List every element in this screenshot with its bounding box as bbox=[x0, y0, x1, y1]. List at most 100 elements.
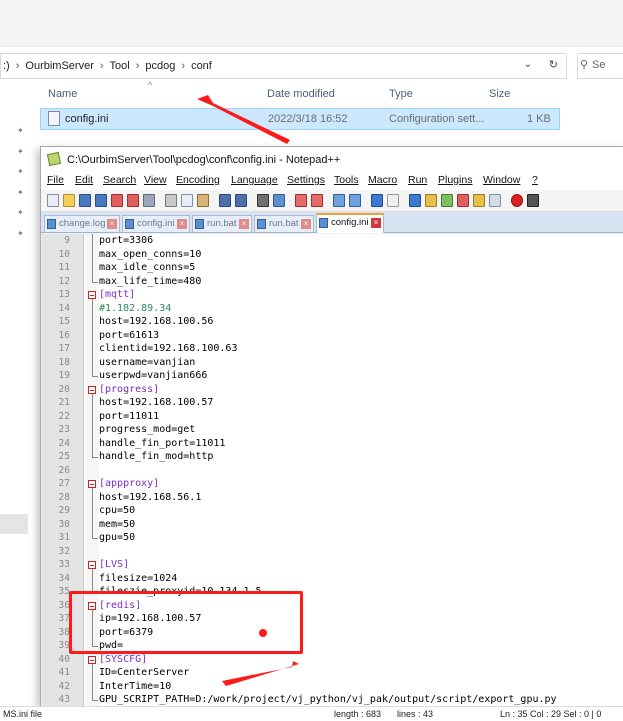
tab-config-ini-active[interactable]: config.ini × bbox=[316, 213, 384, 233]
breadcrumb-segment[interactable]: Tool bbox=[110, 60, 130, 72]
code-line[interactable]: 19 userpwd=vanjian666 bbox=[42, 369, 623, 383]
menu-view[interactable]: View bbox=[144, 174, 167, 186]
find-icon[interactable] bbox=[257, 194, 269, 207]
code-line[interactable]: 11 max_idle_conns=5 bbox=[42, 261, 623, 275]
tab-change-log[interactable]: change.log × bbox=[44, 215, 120, 232]
close-tab-icon[interactable]: × bbox=[107, 219, 117, 229]
paste-icon[interactable] bbox=[197, 194, 209, 207]
open-file-icon[interactable] bbox=[63, 194, 75, 207]
fold-toggle-icon[interactable] bbox=[88, 655, 96, 664]
fold-toggle-icon[interactable] bbox=[88, 385, 96, 394]
new-file-icon[interactable] bbox=[47, 194, 59, 207]
breadcrumb-segment[interactable]: OurbimServer bbox=[25, 60, 93, 72]
pin-icon[interactable]: ✦ bbox=[17, 121, 24, 142]
column-header-size[interactable]: Size bbox=[489, 88, 510, 104]
menu-run[interactable]: Run bbox=[408, 174, 427, 186]
copy-icon[interactable] bbox=[181, 194, 193, 207]
code-line[interactable]: 26 bbox=[42, 464, 623, 478]
chevron-down-icon[interactable]: ⌄ bbox=[524, 59, 532, 70]
save-icon[interactable] bbox=[79, 194, 91, 207]
close-file-icon[interactable] bbox=[111, 194, 123, 207]
code-line[interactable]: 18 username=vanjian bbox=[42, 356, 623, 370]
pin-icon[interactable]: ✦ bbox=[17, 142, 24, 163]
menu-settings[interactable]: Settings bbox=[287, 174, 325, 186]
file-row[interactable]: config.ini 2022/3/18 16:52 Configuration… bbox=[40, 108, 560, 130]
menu-macro[interactable]: Macro bbox=[368, 174, 397, 186]
menu-edit[interactable]: Edit bbox=[75, 174, 93, 186]
stop-macro-icon[interactable] bbox=[527, 194, 539, 207]
refresh-icon[interactable]: ↻ bbox=[549, 58, 558, 71]
doc-map-icon[interactable] bbox=[441, 194, 453, 207]
breadcrumb-segment[interactable]: pcdog bbox=[145, 60, 175, 72]
tab-config-ini[interactable]: config.ini × bbox=[122, 215, 190, 232]
code-line[interactable]: 15 host=192.168.100.56 bbox=[42, 315, 623, 329]
fold-toggle-icon[interactable] bbox=[88, 561, 96, 569]
nav-pane-selected-item[interactable] bbox=[0, 514, 28, 534]
redo-icon[interactable] bbox=[235, 194, 247, 207]
pin-icon[interactable]: ✦ bbox=[17, 162, 24, 183]
menu-window[interactable]: Window bbox=[483, 174, 520, 186]
monitoring-icon[interactable] bbox=[489, 194, 501, 207]
menu-search[interactable]: Search bbox=[103, 174, 136, 186]
code-line[interactable]: 12 max_life_time=480 bbox=[42, 275, 623, 289]
code-line[interactable]: 10 max_open_conns=10 bbox=[42, 248, 623, 262]
menu-tools[interactable]: Tools bbox=[334, 174, 359, 186]
close-tab-icon[interactable]: × bbox=[371, 218, 381, 228]
code-line[interactable]: 30 mem=50 bbox=[42, 518, 623, 532]
pin-icon[interactable]: ✦ bbox=[17, 224, 24, 245]
code-line[interactable]: 34 filesize=1024 bbox=[42, 572, 623, 586]
indent-guide-icon[interactable] bbox=[409, 194, 421, 207]
record-macro-icon[interactable] bbox=[511, 194, 523, 207]
code-line[interactable]: 24 handle_fin_port=11011 bbox=[42, 437, 623, 451]
column-header-type[interactable]: Type bbox=[389, 88, 413, 104]
fold-toggle-icon[interactable] bbox=[88, 480, 96, 488]
print-icon[interactable] bbox=[143, 194, 155, 207]
zoom-out-icon[interactable] bbox=[311, 194, 323, 207]
close-tab-icon[interactable]: × bbox=[239, 219, 249, 229]
function-list-icon[interactable] bbox=[457, 194, 469, 207]
tab-run-bat-2[interactable]: run.bat × bbox=[254, 215, 314, 232]
code-line[interactable]: 42 InterTime=10 bbox=[42, 680, 623, 694]
code-line[interactable]: 31 gpu=50 bbox=[42, 531, 623, 545]
sync-vertical-icon[interactable] bbox=[333, 194, 345, 207]
cut-icon[interactable] bbox=[165, 194, 177, 207]
folder-workspace-icon[interactable] bbox=[473, 194, 485, 207]
column-header-name[interactable]: Name bbox=[48, 88, 77, 104]
code-line[interactable]: 23 progress_mod=get bbox=[42, 423, 623, 437]
code-line[interactable]: 22 port=11011 bbox=[42, 410, 623, 424]
pin-icon[interactable]: ✦ bbox=[17, 183, 24, 204]
close-all-icon[interactable] bbox=[127, 194, 139, 207]
show-all-chars-icon[interactable] bbox=[387, 194, 399, 207]
code-line[interactable]: 14 #1.182.89.34 bbox=[42, 302, 623, 316]
fold-toggle-icon[interactable] bbox=[88, 291, 96, 299]
replace-icon[interactable] bbox=[273, 194, 285, 207]
code-line[interactable]: 41 ID=CenterServer bbox=[42, 666, 623, 680]
code-line[interactable]: 43 GPU_SCRIPT_PATH=D:/work/project/vj_pyt… bbox=[42, 693, 623, 707]
code-line[interactable]: 40 [SYSCFG] bbox=[42, 653, 623, 667]
menu-language[interactable]: Language bbox=[231, 174, 278, 186]
code-line[interactable]: 17 clientid=192.168.100.63 bbox=[42, 342, 623, 356]
menu-file[interactable]: File bbox=[47, 174, 64, 186]
undo-icon[interactable] bbox=[219, 194, 231, 207]
code-line[interactable]: 13 [mqtt] bbox=[42, 288, 623, 302]
save-all-icon[interactable] bbox=[95, 194, 107, 207]
code-line[interactable]: 33 [LVS] bbox=[42, 558, 623, 572]
menu-help[interactable]: ? bbox=[532, 174, 538, 186]
breadcrumb-segment[interactable]: conf bbox=[191, 60, 212, 72]
menu-encoding[interactable]: Encoding bbox=[176, 174, 220, 186]
code-line[interactable]: 20 [progress] bbox=[42, 383, 623, 397]
code-line[interactable]: 16 port=61613 bbox=[42, 329, 623, 343]
code-line[interactable]: 25 handle_fin_mod=http bbox=[42, 450, 623, 464]
code-line[interactable]: 32 bbox=[42, 545, 623, 559]
code-line[interactable]: 21 host=192.168.100.57 bbox=[42, 396, 623, 410]
breadcrumb-segment[interactable]: :) bbox=[3, 60, 10, 72]
search-input[interactable]: ⚲ Se bbox=[577, 53, 623, 79]
code-line[interactable]: 28 host=192.168.56.1 bbox=[42, 491, 623, 505]
pin-icon[interactable]: ✦ bbox=[17, 203, 24, 224]
user-lang-icon[interactable] bbox=[425, 194, 437, 207]
column-header-date[interactable]: Date modified bbox=[267, 88, 335, 104]
code-line[interactable]: 29 cpu=50 bbox=[42, 504, 623, 518]
menu-plugins[interactable]: Plugins bbox=[438, 174, 472, 186]
code-line[interactable]: 27 [appproxy] bbox=[42, 477, 623, 491]
close-tab-icon[interactable]: × bbox=[301, 219, 311, 229]
